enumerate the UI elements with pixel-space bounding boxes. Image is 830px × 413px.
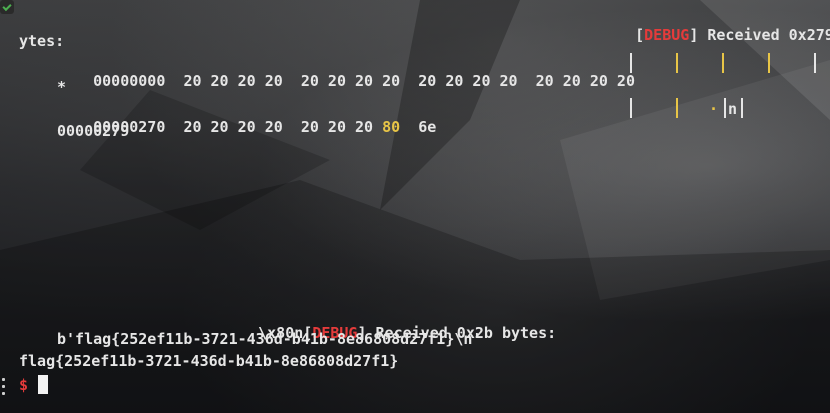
debug-bracket-open: [ [635,26,645,44]
ascii-column-bar [676,53,678,73]
gutter-marker [2,392,5,395]
hexdump-bytes: 20 20 20 20 20 20 20 20 20 20 20 20 20 2… [183,72,635,90]
received-bytes-literal: b'flag{252ef11b-3721-436d-b41b-8e86808d2… [57,330,482,348]
ascii-char: n [728,100,738,118]
ascii-column-bar [814,53,816,73]
ascii-column-bar [676,98,678,118]
hexdump-byte: 6e [418,118,437,136]
ascii-dot: · [709,100,719,118]
terminal-window[interactable]: [DEBUG] Received 0x279 b ytes: 00000000 … [0,0,830,413]
hexdump-end-offset: 00000279 [57,122,130,140]
prompt-symbol: $ [19,376,29,394]
debug-received-text: Received 0x279 b [707,26,830,44]
ascii-column-bar [722,53,724,73]
gutter-marker [2,385,5,388]
status-check-icon [0,0,14,14]
terminal-cursor[interactable] [38,375,48,394]
ascii-column-bar [768,53,770,73]
ascii-column-bar [724,98,726,118]
ascii-column-bar [630,53,632,73]
debug-tag: DEBUG [644,26,690,44]
hexdump-byte-highlight: 80 [382,118,401,136]
flag-output: flag{252ef11b-3721-436d-b41b-8e86808d27f… [19,352,399,370]
ascii-column-bar [741,98,743,118]
hexdump-offset: 00000000 [93,72,166,90]
ascii-column-bar [630,98,632,118]
gutter-marker [2,378,5,381]
hexdump-repeat-marker: * [57,78,67,96]
debug-bracket-close: ] [689,26,699,44]
hexdump-bytes: 20 20 20 20 20 20 20 [183,118,374,136]
debug-wrap-line: ytes: [19,32,65,50]
